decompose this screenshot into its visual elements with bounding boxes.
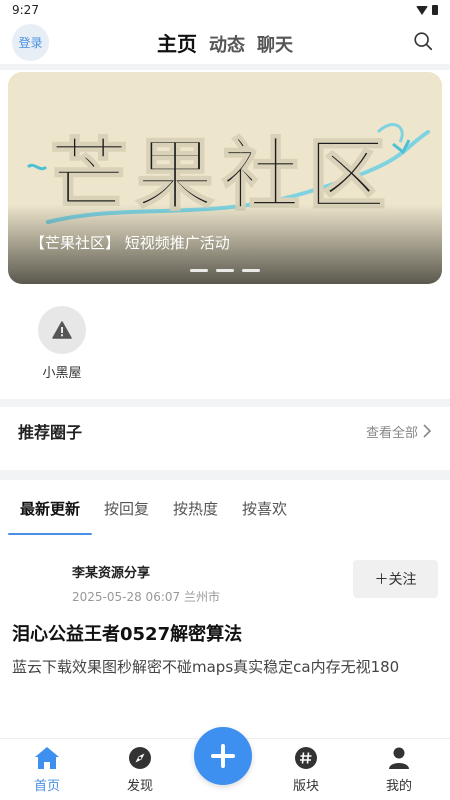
nav-label: 我的 <box>385 779 412 794</box>
top-tabs: 主页 动态 聊天 <box>0 28 450 57</box>
create-post-button[interactable] <box>194 727 252 785</box>
divider <box>0 399 450 407</box>
nav-label: 版块 <box>292 779 319 794</box>
banner-caption: 【芒果社区】 短视频推广活动 <box>30 234 230 252</box>
top-bar: 登录 主页 动态 聊天 <box>0 20 450 64</box>
sort-tab-replies[interactable]: 按回复 <box>92 490 161 527</box>
chevron-right-icon <box>423 424 432 438</box>
tab-chat[interactable]: 聊天 <box>257 31 293 57</box>
plus-icon <box>211 744 235 768</box>
carousel-dot[interactable] <box>242 269 260 272</box>
status-bar: 9:27 <box>0 0 450 20</box>
post-meta: 2025-05-28 06:07 兰州市 <box>72 590 220 604</box>
bottom-nav: 首页 发现 版块 我的 <box>0 727 450 800</box>
nav-me[interactable]: 我的 <box>369 745 429 794</box>
view-all-label: 查看全部 <box>365 425 418 441</box>
view-all-link[interactable]: 查看全部 <box>366 422 432 441</box>
compass-icon <box>127 745 153 771</box>
sort-tabs: 最新更新 按回复 按热度 按喜欢 <box>8 490 299 535</box>
post-title[interactable]: 泪心公益王者0527解密算法 <box>12 620 242 646</box>
user-icon <box>386 745 412 771</box>
nav-label: 发现 <box>126 779 153 794</box>
recommended-header: 推荐圈子 查看全部 <box>0 408 450 454</box>
nav-label: 首页 <box>33 779 60 794</box>
follow-button[interactable]: ＋关注 <box>353 560 438 598</box>
sort-tab-latest[interactable]: 最新更新 <box>8 490 93 535</box>
divider <box>0 470 450 480</box>
tab-moments[interactable]: 动态 <box>209 31 245 57</box>
post-author[interactable]: 李某资源分享 <box>72 562 150 581</box>
nav-boards[interactable]: 版块 <box>276 745 336 794</box>
carousel-dot[interactable] <box>216 269 234 272</box>
battery-icon <box>432 5 438 15</box>
banner-carousel[interactable]: 芒果社区 【芒果社区】 短视频推广活动 <box>8 72 442 284</box>
section-title: 推荐圈子 <box>18 423 83 442</box>
sort-tab-likes[interactable]: 按喜欢 <box>230 490 299 527</box>
shortcut-icon-circle <box>38 306 86 354</box>
divider <box>0 64 450 70</box>
home-icon <box>34 745 60 771</box>
carousel-indicators <box>190 269 260 272</box>
hashtag-icon <box>293 745 319 771</box>
post-excerpt: 蓝云下载效果图秒解密不碰maps真实稳定ca内存无视180 <box>12 658 400 676</box>
shortcut-label: 小黑屋 <box>42 366 82 381</box>
nav-home[interactable]: 首页 <box>17 745 77 794</box>
wifi-icon <box>416 5 428 15</box>
search-icon[interactable] <box>412 30 434 52</box>
status-time: 9:27 <box>12 3 39 17</box>
status-icons <box>416 5 438 15</box>
shortcut-blacklist[interactable]: 小黑屋 <box>36 306 88 381</box>
tab-home[interactable]: 主页 <box>157 28 197 57</box>
sort-tab-hot[interactable]: 按热度 <box>161 490 230 527</box>
nav-discover[interactable]: 发现 <box>110 745 170 794</box>
warning-icon <box>52 321 72 339</box>
carousel-dot[interactable] <box>190 269 208 272</box>
